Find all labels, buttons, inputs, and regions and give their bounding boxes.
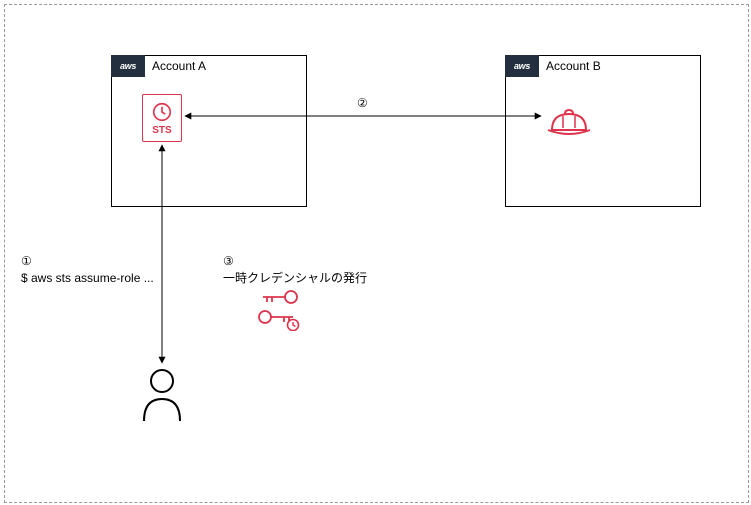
account-a-label: Account A	[152, 59, 206, 73]
credentials-keys-icon	[253, 287, 303, 331]
aws-logo-text: aws	[120, 61, 136, 71]
step3-num: ③	[223, 254, 234, 268]
step2-num: ②	[357, 95, 368, 112]
clock-icon	[151, 101, 173, 123]
aws-logo-badge: aws	[505, 55, 539, 77]
aws-logo-text: aws	[514, 61, 530, 71]
account-b-box: aws Account B	[505, 55, 701, 207]
aws-logo-badge: aws	[111, 55, 145, 77]
sts-service-icon: STS	[142, 94, 182, 142]
user-icon	[138, 367, 186, 423]
step3-text: ③ 一時クレデンシャルの発行	[223, 253, 367, 287]
iam-role-icon	[546, 104, 592, 144]
diagram-canvas: aws Account A STS aws Account B	[4, 4, 749, 503]
step3-label: 一時クレデンシャルの発行	[223, 271, 367, 285]
step1-cmd: $ aws sts assume-role ...	[21, 271, 154, 285]
step1-text: ① $ aws sts assume-role ...	[21, 253, 154, 287]
sts-label: STS	[152, 125, 171, 136]
account-b-label: Account B	[546, 59, 601, 73]
account-a-box: aws Account A STS	[111, 55, 307, 207]
step1-num: ①	[21, 254, 32, 268]
